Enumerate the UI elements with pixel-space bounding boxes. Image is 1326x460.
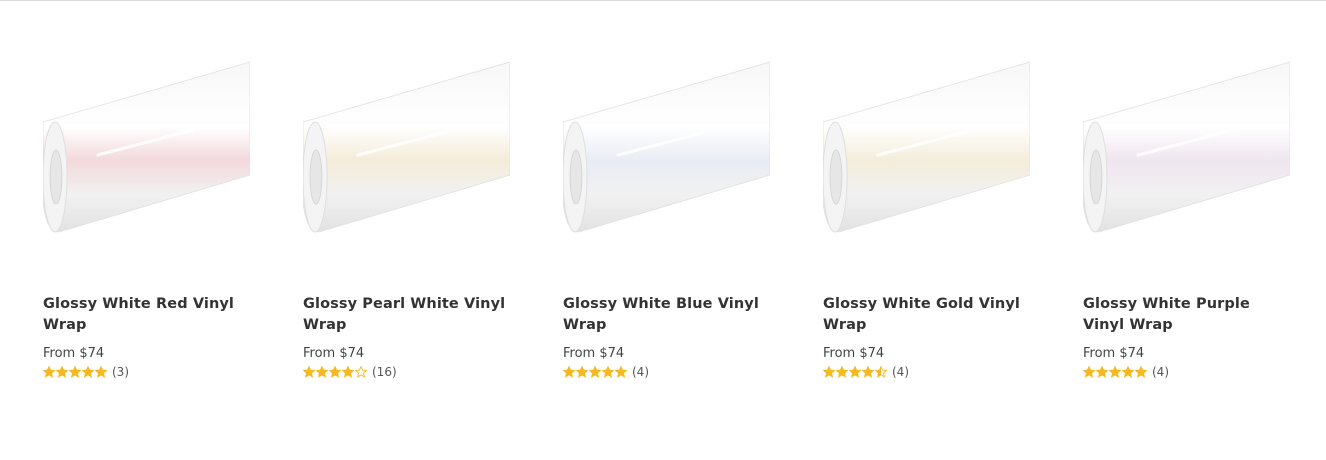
review-count: (3) bbox=[112, 365, 129, 379]
product-price: From $74 bbox=[563, 346, 625, 361]
roll-body bbox=[303, 61, 510, 233]
star-full-icon bbox=[69, 366, 81, 378]
vinyl-roll-image bbox=[563, 61, 770, 233]
product-rating[interactable]: (16) bbox=[303, 365, 510, 379]
star-rating bbox=[303, 366, 367, 378]
star-full-icon bbox=[82, 366, 94, 378]
star-full-icon bbox=[1083, 366, 1095, 378]
star-full-icon bbox=[823, 366, 835, 378]
product-image[interactable] bbox=[43, 60, 250, 235]
product-title[interactable]: Glossy Pearl White Vinyl Wrap bbox=[303, 294, 510, 336]
review-count: (4) bbox=[1152, 365, 1169, 379]
product-rating[interactable]: (4) bbox=[1083, 365, 1290, 379]
star-full-icon bbox=[602, 366, 614, 378]
product-price: From $74 bbox=[303, 346, 365, 361]
product-price: From $74 bbox=[823, 346, 885, 361]
roll-core bbox=[829, 149, 843, 205]
product-title[interactable]: Glossy White Gold Vinyl Wrap bbox=[823, 294, 1030, 336]
product-card[interactable]: Glossy Pearl White Vinyl Wrap From $74 (… bbox=[303, 60, 510, 379]
roll-body bbox=[823, 61, 1030, 233]
review-count: (4) bbox=[632, 365, 649, 379]
vinyl-roll-image bbox=[303, 61, 510, 233]
star-full-icon bbox=[56, 366, 68, 378]
star-full-icon bbox=[316, 366, 328, 378]
roll-core bbox=[49, 149, 63, 205]
product-price: From $74 bbox=[43, 346, 105, 361]
star-full-icon bbox=[329, 366, 341, 378]
product-image[interactable] bbox=[303, 60, 510, 235]
product-grid: Glossy White Red Vinyl Wrap From $74 (3)… bbox=[43, 60, 1290, 379]
product-image[interactable] bbox=[563, 60, 770, 235]
star-full-icon bbox=[303, 366, 315, 378]
product-card[interactable]: Glossy White Purple Vinyl Wrap From $74 … bbox=[1083, 60, 1290, 379]
star-full-icon bbox=[1096, 366, 1108, 378]
product-card[interactable]: Glossy White Blue Vinyl Wrap From $74 (4… bbox=[563, 60, 770, 379]
star-full-icon bbox=[836, 366, 848, 378]
review-count: (16) bbox=[372, 365, 397, 379]
vinyl-roll-image bbox=[823, 61, 1030, 233]
top-divider bbox=[0, 0, 1326, 1]
star-full-icon bbox=[862, 366, 874, 378]
star-full-icon bbox=[563, 366, 575, 378]
product-rating[interactable]: (3) bbox=[43, 365, 250, 379]
review-count: (4) bbox=[892, 365, 909, 379]
vinyl-roll-image bbox=[1083, 61, 1290, 233]
product-title[interactable]: Glossy White Purple Vinyl Wrap bbox=[1083, 294, 1290, 336]
star-half-icon bbox=[875, 366, 887, 378]
roll-core bbox=[309, 149, 323, 205]
star-full-icon bbox=[576, 366, 588, 378]
product-rating[interactable]: (4) bbox=[823, 365, 1030, 379]
star-rating bbox=[1083, 366, 1147, 378]
star-full-icon bbox=[589, 366, 601, 378]
star-full-icon bbox=[1109, 366, 1121, 378]
product-image[interactable] bbox=[1083, 60, 1290, 235]
product-title[interactable]: Glossy White Red Vinyl Wrap bbox=[43, 294, 250, 336]
star-full-icon bbox=[849, 366, 861, 378]
star-empty-icon bbox=[355, 366, 367, 378]
star-full-icon bbox=[342, 366, 354, 378]
star-full-icon bbox=[95, 366, 107, 378]
product-rating[interactable]: (4) bbox=[563, 365, 770, 379]
star-rating bbox=[823, 366, 887, 378]
star-full-icon bbox=[43, 366, 55, 378]
star-full-icon bbox=[615, 366, 627, 378]
star-full-icon bbox=[1135, 366, 1147, 378]
roll-body bbox=[1083, 61, 1290, 233]
product-price: From $74 bbox=[1083, 346, 1145, 361]
product-card[interactable]: Glossy White Red Vinyl Wrap From $74 (3) bbox=[43, 60, 250, 379]
roll-body bbox=[563, 61, 770, 233]
product-card[interactable]: Glossy White Gold Vinyl Wrap From $74 (4… bbox=[823, 60, 1030, 379]
roll-body bbox=[43, 61, 250, 233]
product-image[interactable] bbox=[823, 60, 1030, 235]
product-title[interactable]: Glossy White Blue Vinyl Wrap bbox=[563, 294, 770, 336]
vinyl-roll-image bbox=[43, 61, 250, 233]
roll-core bbox=[569, 149, 583, 205]
roll-core bbox=[1089, 149, 1103, 205]
star-full-icon bbox=[1122, 366, 1134, 378]
star-rating bbox=[43, 366, 107, 378]
star-rating bbox=[563, 366, 627, 378]
